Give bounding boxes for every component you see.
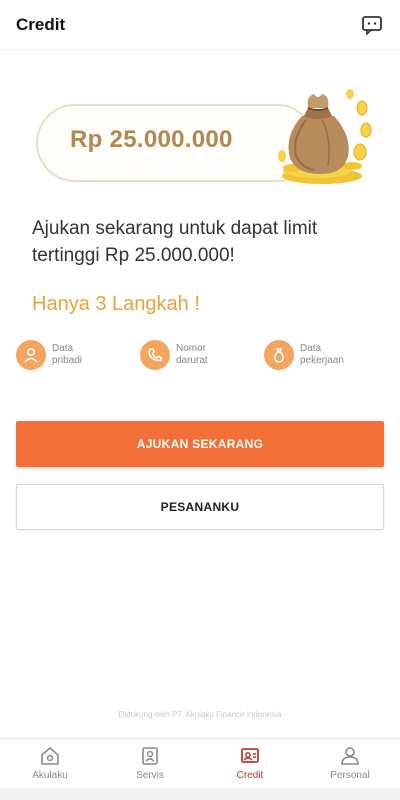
work-icon xyxy=(264,340,294,370)
apply-now-button[interactable]: AJUKAN SEKARANG xyxy=(16,421,384,467)
footer-note: Didukung oleh PT. Akulaku Finance Indone… xyxy=(118,710,282,719)
credit-limit-banner: Rp 25.000.000 xyxy=(36,89,372,186)
chat-icon[interactable] xyxy=(360,13,384,37)
step-label: Data pribadi xyxy=(52,343,83,366)
my-orders-button[interactable]: PESANANKU xyxy=(16,484,384,530)
service-icon xyxy=(139,745,161,767)
step-job-data: Data pekerjaan xyxy=(264,340,350,370)
bottom-tab-bar: Akulaku Servis Credit Personal xyxy=(0,738,400,788)
tab-label: Servis xyxy=(136,770,164,781)
page-title: Credit xyxy=(16,14,66,34)
step-emergency-contact: Nomor darurat xyxy=(140,340,226,370)
limit-amount: Rp 25.000.000 xyxy=(70,126,233,153)
step-label: Nomor darurat xyxy=(176,343,208,366)
header-bar: Credit xyxy=(0,0,400,50)
phone-icon xyxy=(140,340,170,370)
tab-akulaku[interactable]: Akulaku xyxy=(0,739,100,788)
tab-credit[interactable]: Credit xyxy=(200,739,300,788)
person-icon xyxy=(339,745,361,767)
tab-label: Akulaku xyxy=(32,770,68,781)
system-nav-strip xyxy=(0,788,400,800)
tab-servis[interactable]: Servis xyxy=(100,739,200,788)
tab-personal[interactable]: Personal xyxy=(300,739,400,788)
credit-icon xyxy=(239,745,261,767)
step-label: Data pekerjaan xyxy=(300,343,344,366)
home-icon xyxy=(39,745,61,767)
promo-headline: Ajukan sekarang untuk dapat limit tertin… xyxy=(32,218,318,266)
money-bag-icon xyxy=(278,89,372,184)
steps-row: Data pribadi Nomor darurat Data pekerjaa… xyxy=(16,340,386,380)
person-icon xyxy=(16,340,46,370)
steps-title: Hanya 3 Langkah ! xyxy=(32,293,200,315)
tab-label: Credit xyxy=(236,770,264,781)
step-personal-data: Data pribadi xyxy=(16,340,102,370)
tab-label: Personal xyxy=(330,770,370,781)
